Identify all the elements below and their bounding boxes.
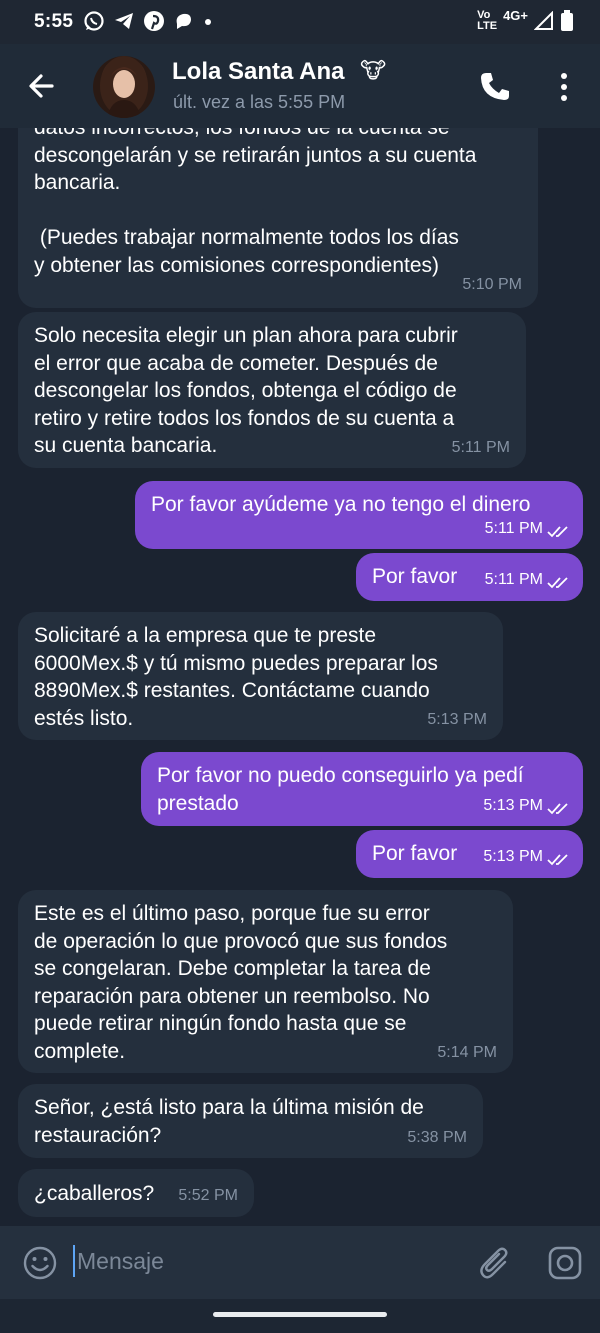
message-time: 5:13 PM bbox=[427, 710, 487, 728]
message-time: 5:11 PM bbox=[451, 438, 510, 456]
message-bubble-incoming[interactable]: Este es el último paso, porque fue su er… bbox=[18, 890, 513, 1073]
camera-icon[interactable] bbox=[547, 1245, 583, 1281]
notification-icons bbox=[83, 10, 213, 32]
contact-name-emoji: 🐮 bbox=[360, 58, 387, 83]
text-cursor bbox=[73, 1245, 75, 1277]
message-time: 5:13 PM bbox=[483, 847, 543, 865]
message-bubble-incoming[interactable]: Señor, ¿está listo para la última misión… bbox=[18, 1084, 483, 1158]
message-bubble-outgoing[interactable]: Por favor 5:11 PM bbox=[356, 553, 583, 601]
message-time: 5:11 PM bbox=[484, 570, 543, 588]
double-check-icon bbox=[547, 854, 568, 866]
message-bubble-outgoing[interactable]: Por favor no puedo conseguirlo ya pedí p… bbox=[141, 752, 583, 826]
message-time: 5:52 PM bbox=[178, 1186, 238, 1204]
volte-icon: Vo LTE bbox=[477, 10, 497, 32]
double-check-icon bbox=[547, 803, 568, 815]
message-time: 5:13 PM bbox=[483, 796, 543, 814]
message-time: 5:11 PM bbox=[484, 519, 543, 537]
phone-call-icon[interactable] bbox=[478, 70, 512, 104]
home-gesture-pill[interactable] bbox=[213, 1312, 387, 1317]
more-options-icon[interactable] bbox=[554, 70, 574, 104]
last-seen-status: últ. vez a las 5:55 PM bbox=[173, 92, 346, 112]
message-time: 5:10 PM bbox=[462, 275, 522, 293]
message-bubble-outgoing[interactable]: Por favor ayúdeme ya no tengo el dinero … bbox=[135, 481, 583, 549]
signal-icon bbox=[534, 11, 553, 30]
message-text: Este es el último paso, porque fue su er… bbox=[34, 902, 448, 1063]
avatar-portrait bbox=[100, 56, 148, 118]
system-navigation-bar bbox=[0, 1299, 600, 1333]
attachment-icon[interactable] bbox=[478, 1245, 512, 1281]
network-signal-label: 4G+ bbox=[503, 8, 528, 23]
contact-avatar[interactable] bbox=[93, 56, 155, 118]
message-time: 5:14 PM bbox=[437, 1043, 497, 1061]
battery-icon bbox=[561, 10, 573, 31]
system-icons: Vo LTE 4G+ bbox=[477, 8, 574, 32]
double-check-icon bbox=[547, 526, 568, 538]
message-bubble-incoming[interactable]: Solo necesita elegir un plan ahora para … bbox=[18, 312, 526, 468]
message-bubble-incoming[interactable]: Solicitaré a la empresa que te preste 60… bbox=[18, 612, 503, 740]
double-check-icon bbox=[547, 577, 568, 589]
message-text: datos incorrectos, los fondos de la cuen… bbox=[34, 128, 477, 277]
message-input-bar: Mensaje bbox=[0, 1226, 600, 1299]
status-bar: 5:55 Vo LTE 4G+ bbox=[0, 0, 600, 44]
message-input[interactable]: Mensaje bbox=[77, 1248, 164, 1275]
message-time: 5:38 PM bbox=[407, 1128, 467, 1146]
contact-name[interactable]: Lola Santa Ana bbox=[172, 58, 344, 86]
emoji-icon[interactable] bbox=[22, 1245, 58, 1281]
chat-icon bbox=[176, 13, 191, 29]
chat-header: Lola Santa Ana 🐮 últ. vez a las 5:55 PM bbox=[0, 44, 600, 128]
pinterest-icon bbox=[144, 11, 164, 31]
status-time: 5:55 bbox=[34, 11, 74, 32]
chat-messages-area[interactable]: datos incorrectos, los fondos de la cuen… bbox=[0, 128, 600, 1226]
message-bubble-incoming[interactable]: ¿caballeros? 5:52 PM bbox=[18, 1169, 254, 1217]
telegram-icon bbox=[115, 13, 133, 29]
back-arrow-icon[interactable] bbox=[22, 66, 62, 106]
message-bubble-incoming[interactable]: datos incorrectos, los fondos de la cuen… bbox=[18, 128, 538, 308]
network-lte: LTE bbox=[477, 20, 498, 32]
message-text: Solo necesita elegir un plan ahora para … bbox=[34, 324, 458, 457]
message-bubble-outgoing[interactable]: Por favor 5:13 PM bbox=[356, 830, 583, 878]
message-text: Señor, ¿está listo para la última misión… bbox=[34, 1096, 424, 1147]
dot-icon bbox=[205, 19, 211, 25]
message-text: Solicitaré a la empresa que te preste 60… bbox=[34, 624, 438, 730]
whatsapp-icon bbox=[84, 11, 104, 31]
